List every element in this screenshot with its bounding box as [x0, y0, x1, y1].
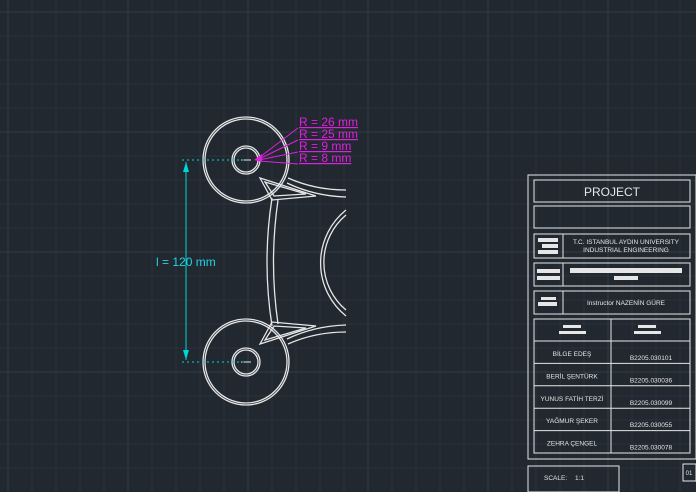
student-id: B2205.030099: [630, 400, 673, 407]
title-block-frame: [527, 174, 696, 460]
scale-label: SCALE:: [544, 475, 567, 482]
scale-cell: [527, 465, 620, 492]
instructor-role-icon: [538, 297, 557, 306]
student-name: BERİL ŞENTÜRK: [546, 371, 598, 380]
dimension-arrow-top: [183, 162, 189, 172]
cad-drawing-canvas[interactable]: l = 120 mm R = 26 mm R = 25 mm R = 9 mm …: [0, 0, 696, 492]
student-id: B2205.030078: [630, 445, 673, 452]
body-spine-left: [266, 197, 273, 327]
radius-leader-4: [258, 160, 299, 165]
radius-arrowheads: [254, 154, 262, 162]
body-outer-bottom-curve: [287, 331, 347, 345]
course-cell: [533, 262, 691, 287]
university-line-2: INDUSTRIAL ENGINEERING: [583, 247, 669, 254]
redacted-course-text-icon: [570, 268, 682, 280]
dimension-arrow-bottom: [183, 350, 189, 360]
student-rows: BİLGE EDEŞ B2205.030101 BERİL ŞENTÜRK B2205…: [534, 349, 690, 452]
sheet-number: 01: [686, 471, 693, 477]
scale-value: 1:1: [575, 475, 584, 482]
body-spine-left-2: [272, 199, 279, 325]
name-column-header-icon: [559, 325, 586, 334]
student-id: B2205.030055: [630, 422, 673, 429]
length-dimension[interactable]: l = 120 mm: [156, 159, 246, 363]
university-logo-icon: [538, 238, 558, 254]
university-line-1: T.C. ISTANBUL AYDIN UNIVERSITY: [573, 239, 680, 246]
student-name: BİLGE EDEŞ: [553, 349, 592, 358]
body-large-arc: [323, 214, 347, 311]
id-column-header-icon: [634, 325, 661, 334]
project-title: PROJECT: [584, 185, 641, 199]
student-name: ZEHRA ÇENGEL: [547, 441, 598, 448]
student-id: B2205.030036: [630, 377, 673, 384]
length-dimension-label: l = 120 mm: [156, 255, 216, 269]
student-name: YAĞMUR ŞEKER: [546, 416, 598, 425]
instructor-name: Instructor NAZENİN GÜRE: [587, 298, 666, 307]
radius-annotations[interactable]: R = 26 mm R = 25 mm R = 9 mm R = 8 mm: [254, 115, 358, 165]
subtitle-cell: [533, 205, 691, 229]
student-name: YUNUS FATİH TERZİ: [541, 394, 604, 403]
redacted-course-label-icon: [537, 269, 560, 280]
radius-label-4: R = 8 mm: [299, 151, 351, 165]
student-id: B2205.030101: [630, 355, 673, 362]
